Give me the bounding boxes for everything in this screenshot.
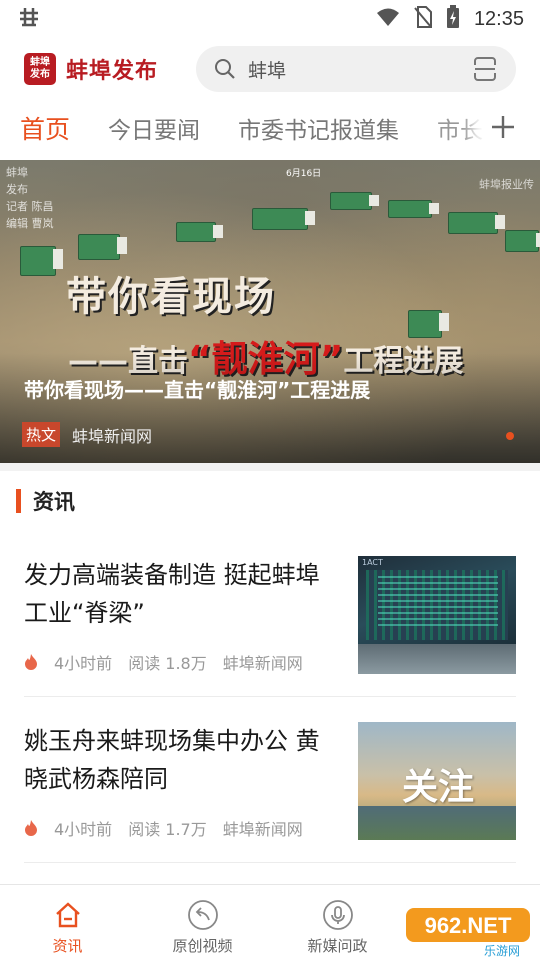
news-thumbnail[interactable]: 1ACT xyxy=(358,556,516,674)
logo-badge-line2: 发布 xyxy=(30,69,50,80)
tab-mayor[interactable]: 市长 xyxy=(437,111,483,145)
wifi-icon xyxy=(376,7,400,31)
nav-label: 资讯 xyxy=(52,937,83,955)
app-logo[interactable]: 蚌埠 发布 蚌埠发布 xyxy=(24,53,158,85)
section-accent-bar xyxy=(16,489,21,513)
banner-meta: 热文 蚌埠新闻网 xyxy=(22,422,152,447)
section-divider xyxy=(0,463,540,471)
news-source: 蚌埠新闻网 xyxy=(222,820,303,839)
list-divider xyxy=(24,696,516,697)
search-input[interactable]: 蚌埠 xyxy=(196,46,516,92)
plus-icon xyxy=(492,116,514,138)
news-source: 蚌埠新闻网 xyxy=(222,654,303,673)
thumb-label: 1ACT xyxy=(362,558,383,567)
banner-overlay-title: 带你看现场 xyxy=(66,274,276,320)
section-header: 资讯 xyxy=(16,486,75,516)
nav-item-new-media-inquiry[interactable]: 新媒问政 xyxy=(270,885,405,960)
carousel-indicator xyxy=(506,432,514,440)
status-time: 12:35 xyxy=(473,7,524,30)
bug-icon xyxy=(16,3,42,35)
logo-badge: 蚌埠 发布 xyxy=(24,53,56,85)
section-title: 资讯 xyxy=(33,490,75,514)
tab-today-news[interactable]: 今日要闻 xyxy=(108,111,200,145)
news-reads: 阅读 1.8万 xyxy=(128,654,207,673)
news-title[interactable]: 发力高端装备制造 挺起蚌埠工业“脊梁” xyxy=(24,556,329,632)
fire-icon xyxy=(25,654,37,670)
banner-corner-line4: 编辑 曹岚 xyxy=(6,217,54,230)
thumb-label: 关注 xyxy=(402,767,475,808)
home-icon xyxy=(55,902,80,928)
hot-badge: 热文 xyxy=(22,422,61,447)
app-header: 蚌埠 发布 蚌埠发布 蚌埠 xyxy=(0,44,540,94)
news-thumbnail[interactable]: 关注 xyxy=(358,722,516,840)
watermark-brand: 962.NET xyxy=(425,913,512,938)
news-list-item[interactable]: 姚玉舟来蚌现场集中办公 黄晓武杨森陪同 4小时前 阅读 1.7万 蚌埠新闻网 关… xyxy=(24,722,516,872)
share-back-icon xyxy=(187,900,218,930)
fire-icon xyxy=(25,820,37,836)
nav-label: 新媒问政 xyxy=(307,937,368,955)
add-channel-button[interactable] xyxy=(488,112,518,142)
news-meta: 4小时前 阅读 1.8万 蚌埠新闻网 xyxy=(24,650,303,674)
battery-charging-icon xyxy=(446,5,460,33)
news-reads: 阅读 1.7万 xyxy=(128,820,207,839)
logo-text: 蚌埠发布 xyxy=(66,59,159,84)
logo-badge-line1: 蚌埠 xyxy=(30,57,50,68)
microphone-icon xyxy=(322,900,353,930)
banner-source: 蚌埠新闻网 xyxy=(72,426,153,446)
nav-item-original-video[interactable]: 原创视频 xyxy=(135,885,270,960)
banner-corner-label: 蚌埠 发布 记者 陈昌 编辑 曹岚 xyxy=(0,160,88,240)
banner-corner-line3: 记者 陈昌 xyxy=(6,200,54,213)
banner-date: 6月16日 xyxy=(286,169,322,179)
watermark-subtitle: 乐游网 xyxy=(484,944,520,958)
site-watermark: 962.NET 乐游网 xyxy=(406,908,530,958)
tab-home[interactable]: 首页 xyxy=(20,110,70,146)
banner-carousel[interactable]: 蚌埠 发布 记者 陈昌 编辑 曹岚 6月16日 蚌埠报业传 带你看现场 ——直击… xyxy=(0,160,540,463)
news-title[interactable]: 姚玉舟来蚌现场集中办公 黄晓武杨森陪同 xyxy=(24,722,329,798)
status-bar: 12:35 xyxy=(0,0,540,38)
scan-icon[interactable] xyxy=(472,56,498,82)
no-sim-icon xyxy=(414,6,432,32)
banner-corner-line2: 发布 xyxy=(6,183,28,196)
news-time: 4小时前 xyxy=(54,820,113,839)
list-divider xyxy=(24,862,516,863)
banner-corner-line1: 蚌埠 xyxy=(6,166,28,179)
banner-caption[interactable]: 带你看现场——直击“靓淮河”工程进展 xyxy=(24,374,370,403)
nav-label: 原创视频 xyxy=(172,937,233,955)
search-icon xyxy=(215,59,235,79)
banner-watermark: 蚌埠报业传 xyxy=(479,178,534,191)
search-value: 蚌埠 xyxy=(248,59,287,82)
nav-item-news[interactable]: 资讯 xyxy=(0,885,135,960)
news-time: 4小时前 xyxy=(54,654,113,673)
tab-secretary-reports[interactable]: 市委书记报道集 xyxy=(238,111,399,145)
channel-tabs: 首页 今日要闻 市委书记报道集 市长 xyxy=(0,100,540,156)
news-list-item[interactable]: 发力高端装备制造 挺起蚌埠工业“脊梁” 4小时前 阅读 1.8万 蚌埠新闻网 1… xyxy=(24,556,516,706)
news-meta: 4小时前 阅读 1.7万 蚌埠新闻网 xyxy=(24,816,303,840)
